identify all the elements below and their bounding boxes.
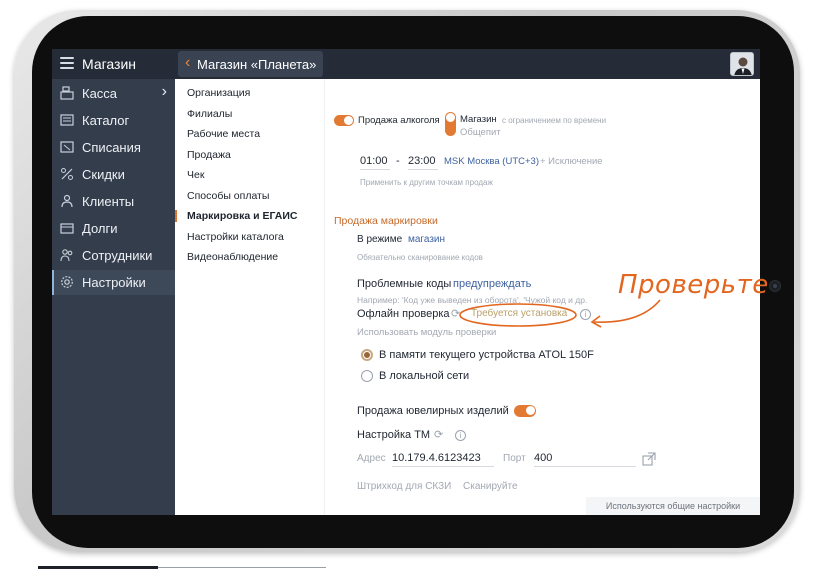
chevron-right-icon[interactable]: › bbox=[162, 83, 167, 101]
subnav-item-payment-methods[interactable]: Способы оплаты bbox=[187, 190, 269, 202]
problem-codes-label: Проблемные коды bbox=[357, 278, 452, 290]
radio-current-device[interactable] bbox=[361, 349, 373, 361]
time-from-field[interactable]: 01:00 bbox=[360, 155, 390, 170]
active-indicator bbox=[175, 210, 177, 222]
sidebar-item-label: Настройки bbox=[82, 275, 146, 290]
sidebar-item-label: Каталог bbox=[82, 113, 130, 128]
problem-codes-hint: Например: 'Код уже выведен из оборота', … bbox=[357, 295, 588, 305]
debts-icon bbox=[60, 223, 74, 234]
sidebar-item-label: Скидки bbox=[82, 167, 125, 182]
chevron-left-icon[interactable]: ‹ bbox=[185, 55, 190, 71]
address-input[interactable]: 10.179.4.6123423 bbox=[392, 452, 494, 467]
sidebar-item-settings[interactable]: Настройки bbox=[52, 270, 175, 295]
radio-current-device-label: В памяти текущего устройства ATOL 150F bbox=[379, 349, 594, 361]
mode-label: В режиме bbox=[357, 234, 403, 245]
problem-codes-select[interactable]: предупреждать bbox=[453, 278, 531, 290]
sidebar-item-kassa[interactable]: Касса › bbox=[52, 81, 175, 106]
sidebar-item-label: Касса bbox=[82, 86, 118, 101]
subnav-item-workplaces[interactable]: Рабочие места bbox=[187, 128, 260, 140]
write-off-icon bbox=[60, 141, 74, 153]
percent-icon bbox=[61, 168, 73, 180]
time-dash: - bbox=[396, 155, 400, 167]
tm-settings-label: Настройка ТМ bbox=[357, 429, 431, 441]
sidebar-item-catalog[interactable]: Каталог bbox=[52, 108, 175, 133]
sidebar-item-debts[interactable]: Долги bbox=[52, 216, 175, 241]
app-title: Магазин bbox=[82, 56, 137, 72]
jewelry-label: Продажа ювелирных изделий bbox=[357, 405, 509, 417]
subnav-item-receipt[interactable]: Чек bbox=[187, 169, 204, 181]
apply-other-points-link[interactable]: Применить к другим точкам продаж bbox=[360, 178, 493, 187]
settings-subnav: Организация Филиалы Рабочие места Продаж… bbox=[175, 79, 325, 515]
port-input[interactable]: 400 bbox=[534, 452, 636, 467]
sidebar-item-label: Клиенты bbox=[82, 194, 135, 209]
sync-icon[interactable]: ⟳ bbox=[451, 307, 460, 320]
timezone-select[interactable]: MSK Москва (UTC+3) bbox=[444, 156, 539, 167]
annotation-text: Проверьте bbox=[618, 270, 769, 300]
sidebar-item-staff[interactable]: Сотрудники bbox=[52, 243, 175, 268]
port-label: Порт bbox=[503, 453, 526, 464]
radio-local-network[interactable] bbox=[361, 370, 373, 382]
top-bar: Магазин ‹ Магазин «Планета» bbox=[52, 49, 760, 79]
sidebar: Касса › Каталог Списания Скидки Клиенты … bbox=[52, 79, 175, 515]
mode-select[interactable]: магазин bbox=[408, 234, 445, 245]
subnav-item-marking[interactable]: Маркировка и ЕГАИС bbox=[187, 210, 298, 222]
store-cafe-toggle[interactable] bbox=[445, 112, 456, 136]
cafe-option[interactable]: Общепит bbox=[460, 127, 501, 138]
store-option[interactable]: Магазин bbox=[460, 114, 497, 125]
user-avatar-icon bbox=[731, 53, 753, 75]
alcohol-toggle[interactable] bbox=[334, 115, 354, 126]
sidebar-item-label: Списания bbox=[82, 140, 141, 155]
offline-hint: Использовать модуль проверки bbox=[357, 327, 497, 338]
sidebar-item-write-offs[interactable]: Списания bbox=[52, 135, 175, 160]
subnav-item-sale[interactable]: Продажа bbox=[187, 149, 231, 161]
avatar[interactable] bbox=[730, 52, 754, 76]
store-name: Магазин «Планета» bbox=[197, 57, 317, 72]
subnav-item-catalog-settings[interactable]: Настройки каталога bbox=[187, 231, 284, 243]
subnav-item-branches[interactable]: Филиалы bbox=[187, 108, 232, 120]
store-option-note: с ограничением по времени bbox=[502, 116, 607, 125]
offline-status[interactable]: Требуется установка bbox=[471, 308, 567, 319]
address-label: Адрес bbox=[357, 453, 386, 464]
cash-register-icon bbox=[60, 86, 74, 100]
info-icon[interactable]: i bbox=[580, 309, 591, 320]
open-external-icon[interactable] bbox=[642, 452, 656, 466]
mode-hint: Обязательно сканирование кодов bbox=[357, 253, 483, 262]
subnav-item-video[interactable]: Видеонаблюдение bbox=[187, 251, 278, 263]
time-to-field[interactable]: 23:00 bbox=[408, 155, 438, 170]
radio-local-network-label: В локальной сети bbox=[379, 370, 470, 382]
camera-icon bbox=[769, 280, 781, 292]
add-exception-button[interactable]: + Исключение bbox=[540, 156, 603, 167]
jewelry-toggle[interactable] bbox=[514, 405, 536, 417]
marking-section-title: Продажа маркировки bbox=[334, 215, 438, 227]
clients-icon bbox=[61, 194, 73, 208]
gear-icon bbox=[61, 276, 73, 288]
shared-settings-note: Используются общие настройки bbox=[586, 497, 760, 515]
sidebar-item-clients[interactable]: Клиенты bbox=[52, 189, 175, 214]
hamburger-menu-icon[interactable] bbox=[60, 57, 74, 69]
offline-check-label: Офлайн проверка bbox=[357, 308, 450, 320]
info-icon[interactable]: i bbox=[455, 430, 466, 441]
staff-icon bbox=[60, 249, 73, 262]
sidebar-item-label: Долги bbox=[82, 221, 118, 236]
catalog-icon bbox=[60, 114, 74, 126]
scan-placeholder[interactable]: Сканируйте bbox=[463, 481, 518, 492]
alcohol-label: Продажа алкоголя bbox=[358, 115, 440, 126]
sidebar-item-discounts[interactable]: Скидки bbox=[52, 162, 175, 187]
barcode-label: Штрихкод для СКЗИ bbox=[357, 481, 452, 492]
store-tab[interactable]: ‹ Магазин «Планета» bbox=[178, 51, 323, 77]
sync-icon[interactable]: ⟳ bbox=[434, 428, 443, 441]
sidebar-item-label: Сотрудники bbox=[82, 248, 153, 263]
divider-line bbox=[158, 567, 326, 568]
subnav-item-organization[interactable]: Организация bbox=[187, 87, 250, 99]
